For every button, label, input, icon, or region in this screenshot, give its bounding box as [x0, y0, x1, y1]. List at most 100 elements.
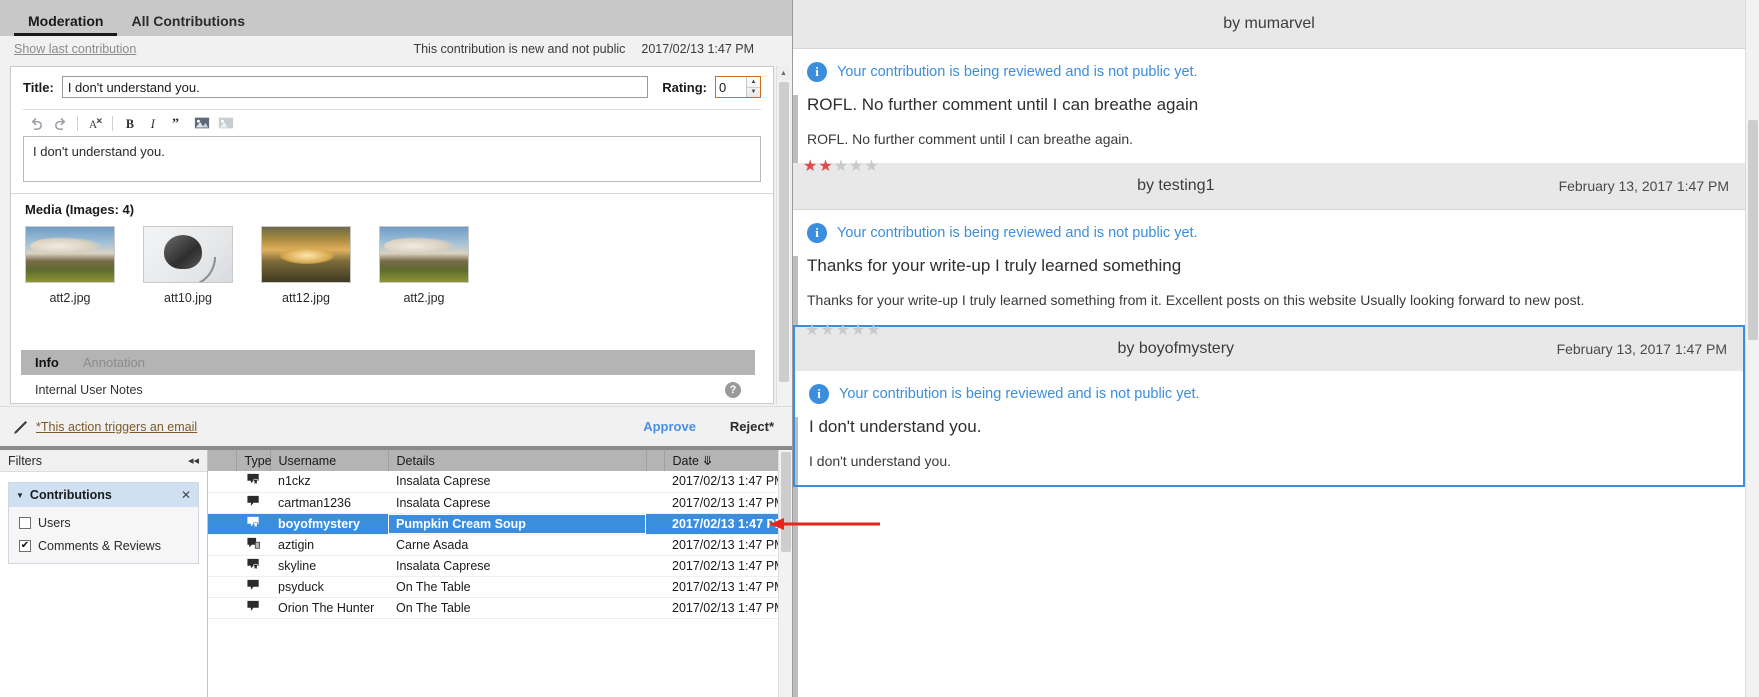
grid-scrollbar-thumb[interactable] [781, 452, 791, 552]
close-icon[interactable]: ✕ [181, 488, 191, 502]
italic-icon[interactable]: I [143, 112, 165, 134]
filter-option-users[interactable]: Users [19, 516, 188, 530]
scroll-up-icon[interactable]: ▲ [777, 66, 790, 80]
col-details[interactable]: Details [388, 450, 647, 471]
col-date[interactable]: Date ⤋ [664, 450, 792, 471]
row-handle [208, 597, 236, 619]
approve-button[interactable]: Approve [643, 419, 696, 434]
reject-button[interactable]: Reject* [730, 419, 774, 434]
info-icon: i [809, 383, 829, 404]
svg-text:”: ” [171, 116, 178, 131]
row-type-icon [236, 555, 270, 577]
tab-moderation[interactable]: Moderation [14, 13, 118, 36]
partial-contribution-header: by mumarvel [793, 0, 1745, 48]
table-row[interactable]: psyduck On The Table 2017/02/13 1:47 PM [208, 576, 792, 598]
contribution-author: by testing1 [1137, 177, 1215, 195]
rating-decrement-icon[interactable]: ▼ [747, 88, 760, 98]
editor-toolbar: A B I ” [23, 110, 761, 136]
row-username: psyduck [270, 576, 388, 598]
redo-icon[interactable] [49, 112, 71, 134]
col-date-label: Date [672, 454, 699, 468]
table-row[interactable]: cartman1236 Insalata Caprese 2017/02/13 … [208, 492, 792, 514]
preview-scrollbar[interactable] [1745, 0, 1759, 697]
moderation-body: Title: Rating: ▲ ▼ [10, 66, 774, 404]
row-details: Insalata Caprese [388, 471, 646, 493]
row-handle [208, 555, 236, 577]
contribution-card[interactable]: i Your contribution is being reviewed an… [793, 209, 1745, 371]
clear-format-icon[interactable]: A [84, 112, 106, 134]
contribution-card[interactable]: i Your contribution is being reviewed an… [793, 48, 1745, 210]
contributions-table: Type Username Details Date ⤋ n1ckz Insal… [208, 450, 792, 619]
row-date: 2017/02/13 1:47 PM [664, 492, 792, 514]
media-thumb-image[interactable] [25, 226, 115, 283]
rating-input[interactable] [716, 77, 746, 97]
title-input[interactable] [61, 76, 649, 98]
undo-icon[interactable] [25, 112, 47, 134]
rating-increment-icon[interactable]: ▲ [747, 77, 760, 88]
row-gap [646, 576, 664, 598]
filter-group-body: Users Comments & Reviews [9, 507, 198, 563]
contributions-grid: Type Username Details Date ⤋ n1ckz Insal… [208, 450, 792, 697]
row-username: skyline [270, 555, 388, 577]
left-column: Moderation All Contributions Show last c… [0, 0, 880, 697]
table-row[interactable]: n1ckz Insalata Caprese 2017/02/13 1:47 P… [208, 471, 792, 493]
table-row[interactable]: boyofmystery Pumpkin Cream Soup 2017/02/… [208, 513, 792, 535]
internal-notes-label: Internal User Notes [35, 382, 143, 397]
review-notice-text: Your contribution is being reviewed and … [839, 385, 1200, 402]
rating-stars: ★★★★★ [803, 158, 880, 176]
filters-header: Filters ◂◂ [0, 450, 207, 472]
rating-stepper[interactable]: ▲ ▼ [715, 76, 761, 98]
contribution-card[interactable]: i Your contribution is being reviewed an… [793, 370, 1745, 487]
media-thumb[interactable]: att2.jpg [25, 226, 115, 305]
editor-content[interactable]: I don't understand you. [23, 136, 761, 182]
col-username[interactable]: Username [270, 450, 389, 471]
help-icon[interactable]: ? [725, 381, 741, 398]
users-checkbox[interactable] [19, 517, 31, 529]
row-handle [208, 492, 236, 514]
info-tabs-section: Info Annotation Internal User Notes ? [21, 350, 755, 403]
review-notice-text: Your contribution is being reviewed and … [837, 225, 1198, 242]
col-handle [208, 450, 237, 471]
media-thumb[interactable]: att10.jpg [143, 226, 233, 305]
row-details: Carne Asada [388, 534, 646, 556]
contribution-author: by boyofmystery [1117, 339, 1235, 357]
row-date: 2017/02/13 1:47 PM [664, 555, 792, 577]
media-thumb[interactable]: att12.jpg [261, 226, 351, 305]
bold-icon[interactable]: B [119, 112, 141, 134]
triggers-email-note[interactable]: *This action triggers an email [36, 420, 197, 434]
comments-reviews-checkbox[interactable] [19, 540, 31, 552]
tab-annotation[interactable]: Annotation [83, 355, 145, 370]
title-label: Title: [23, 79, 54, 95]
filter-group-contributions: ▼ Contributions ✕ Users Comments & Revie… [8, 482, 199, 564]
insert-image-icon[interactable] [191, 112, 213, 134]
grid-scrollbar[interactable] [778, 450, 792, 697]
collapse-left-icon[interactable]: ◂◂ [188, 454, 199, 467]
filter-option-comments-reviews[interactable]: Comments & Reviews [19, 539, 188, 553]
quote-icon[interactable]: ” [167, 112, 189, 134]
tab-all-contributions-label: All Contributions [131, 13, 245, 29]
media-thumb-image[interactable] [143, 226, 233, 283]
table-row[interactable]: Orion The Hunter On The Table 2017/02/13… [208, 597, 792, 619]
chevron-down-icon[interactable]: ▼ [16, 491, 24, 500]
rating-spinner[interactable]: ▲ ▼ [746, 77, 760, 97]
image-properties-icon[interactable] [215, 112, 237, 134]
table-row[interactable]: aztigin Carne Asada 2017/02/13 1:47 PM [208, 534, 792, 556]
filters-panel: Filters ◂◂ ▼ Contributions ✕ Users ✔ Com… [0, 450, 208, 697]
scrollbar-thumb[interactable] [779, 82, 789, 382]
col-type[interactable]: Type [236, 450, 272, 471]
row-date: 2017/02/13 1:47 PM [664, 471, 792, 493]
preview-scrollbar-thumb[interactable] [1748, 120, 1758, 340]
grid-area: Filters ◂◂ ▼ Contributions ✕ Users ✔ Com… [0, 448, 792, 697]
rating-label: Rating: [662, 79, 707, 95]
tab-all-contributions[interactable]: All Contributions [117, 13, 259, 36]
table-row[interactable]: skyline Insalata Caprese 2017/02/13 1:47… [208, 555, 792, 577]
media-thumb-image[interactable] [261, 226, 351, 283]
contribution-status-text: This contribution is new and not public [413, 42, 626, 56]
tab-info[interactable]: Info [35, 355, 59, 370]
media-thumb-image[interactable] [379, 226, 469, 283]
sort-desc-icon[interactable]: ⤋ [702, 454, 712, 468]
media-thumb[interactable]: att2.jpg [379, 226, 469, 305]
show-last-contribution-link[interactable]: Show last contribution [14, 42, 136, 56]
filter-group-header[interactable]: ▼ Contributions ✕ [9, 483, 198, 507]
moderation-scrollbar[interactable]: ▲ [776, 66, 790, 404]
